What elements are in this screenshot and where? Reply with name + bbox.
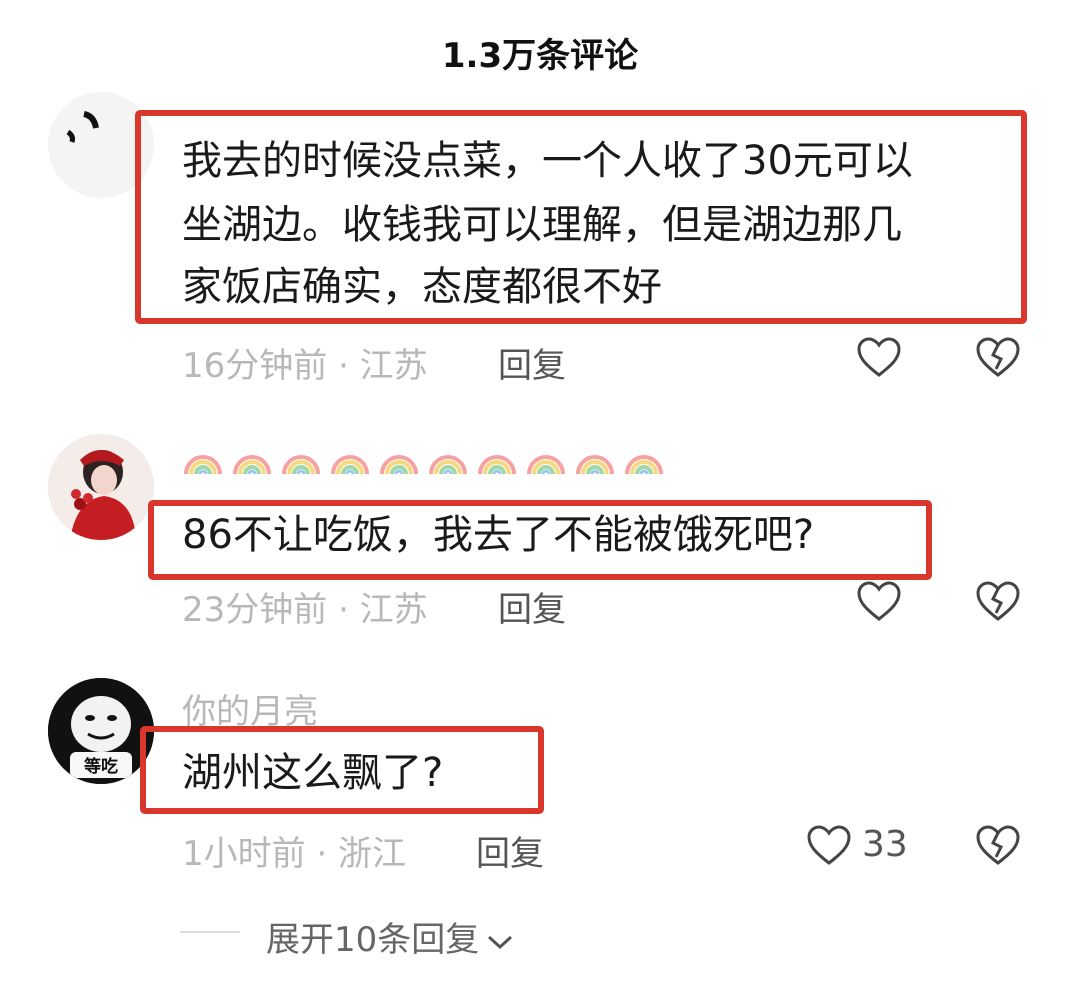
heart-outline-icon[interactable] bbox=[856, 580, 902, 622]
avatar-image bbox=[48, 434, 154, 540]
comment-text-line: 我去的时候没点菜，一个人收了30元可以 bbox=[182, 138, 913, 184]
expand-divider bbox=[180, 931, 240, 933]
reply-button[interactable]: 回复 bbox=[498, 338, 566, 387]
expand-replies-label: 展开10条回复 bbox=[266, 920, 480, 960]
rainbow-emoji-icon bbox=[576, 455, 614, 475]
like-count: 33 bbox=[862, 824, 908, 865]
comment-meta: 23分钟前 · 江苏 bbox=[182, 590, 428, 630]
expand-replies-button[interactable]: 展开10条回复 bbox=[266, 912, 515, 961]
rainbow-emoji-icon bbox=[429, 455, 467, 475]
avatar[interactable] bbox=[48, 434, 154, 540]
rainbow-emoji-icon bbox=[184, 455, 222, 475]
comment-text-line: 家饭店确实，态度都很不好 bbox=[182, 264, 662, 310]
comment-text-line: 坐湖边。收钱我可以理解，但是湖边那几 bbox=[182, 202, 902, 248]
heart-outline-icon[interactable] bbox=[806, 824, 852, 866]
reply-button[interactable]: 回复 bbox=[476, 826, 544, 875]
rainbow-emoji-icon bbox=[625, 455, 663, 475]
reply-button[interactable]: 回复 bbox=[498, 582, 566, 631]
comment-meta: 16分钟前 · 江苏 bbox=[182, 346, 428, 386]
broken-heart-icon[interactable] bbox=[975, 580, 1021, 622]
avatar[interactable]: 等吃 bbox=[48, 678, 154, 784]
rainbow-emoji-icon bbox=[233, 455, 271, 475]
avatar-image: 等吃 bbox=[48, 678, 154, 784]
comment-text-line: 湖州这么飘了? bbox=[182, 750, 444, 796]
rainbow-emoji-icon bbox=[282, 455, 320, 475]
comment-meta: 1小时前 · 浙江 bbox=[182, 834, 407, 874]
chevron-down-icon bbox=[488, 935, 513, 949]
broken-heart-icon[interactable] bbox=[975, 824, 1021, 866]
comments-count-title: 1.3万条评论 bbox=[441, 36, 639, 76]
comment-text-line: 86不让吃饭，我去了不能被饿死吧? bbox=[182, 512, 815, 558]
rainbow-emoji-row bbox=[182, 436, 665, 478]
rainbow-emoji-icon bbox=[380, 455, 418, 475]
rainbow-emoji-icon bbox=[478, 455, 516, 475]
broken-heart-icon[interactable] bbox=[975, 336, 1021, 378]
avatar-caption: 等吃 bbox=[84, 756, 118, 777]
rainbow-emoji-icon bbox=[527, 455, 565, 475]
heart-outline-icon[interactable] bbox=[856, 336, 902, 378]
rainbow-emoji-icon bbox=[331, 455, 369, 475]
